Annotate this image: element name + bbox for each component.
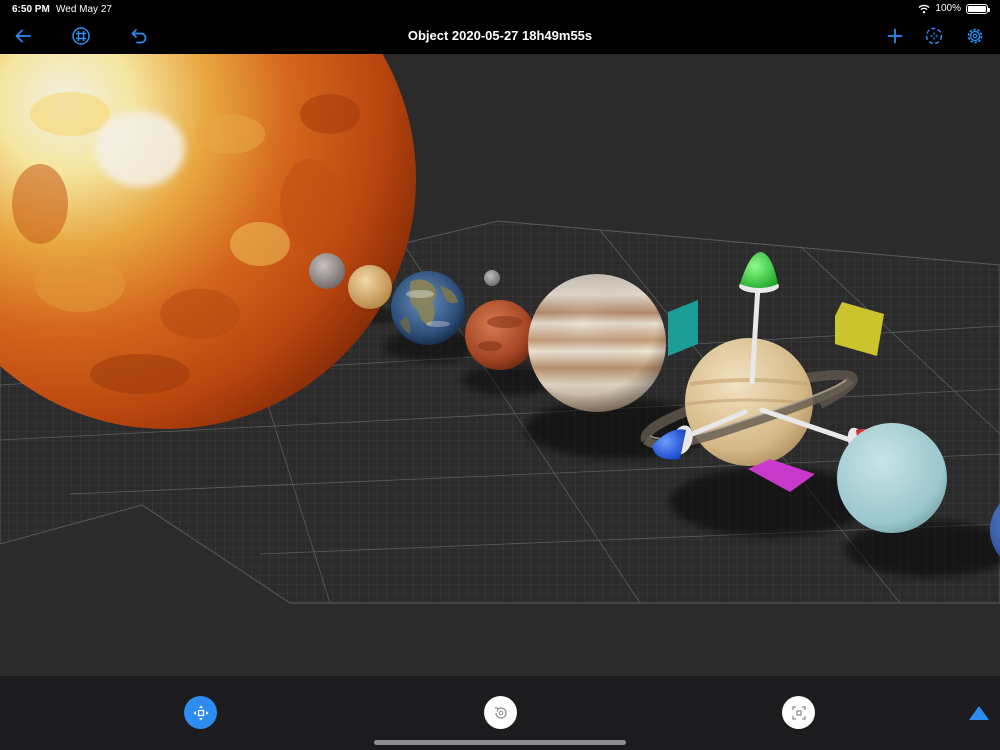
scene-viewport[interactable] <box>0 54 1000 676</box>
mercury-object[interactable] <box>309 253 345 289</box>
page-title: Object 2020-05-27 18h49m55s <box>407 28 593 43</box>
jupiter-object[interactable] <box>528 274 666 412</box>
battery-percent: 100% <box>935 3 961 14</box>
plus-icon <box>887 28 903 44</box>
uranus-object[interactable] <box>837 423 947 533</box>
rotate-icon <box>494 706 507 719</box>
wifi-icon <box>918 4 930 13</box>
nav-bar: Object 2020-05-27 18h49m55s <box>0 18 1000 54</box>
move-mode-button[interactable] <box>184 696 217 729</box>
battery-icon <box>966 3 990 14</box>
moon-object[interactable] <box>484 270 500 286</box>
focus-button[interactable] <box>922 24 946 48</box>
scale-icon <box>791 705 806 720</box>
earth-object[interactable] <box>391 271 465 345</box>
rotate-mode-button[interactable] <box>484 696 517 729</box>
status-bar: 6:50 PM Wed May 27 100% <box>0 0 1000 18</box>
venus-object[interactable] <box>348 265 392 309</box>
home-indicator <box>374 740 626 745</box>
add-button[interactable] <box>883 24 907 48</box>
battery-fill <box>968 5 986 12</box>
settings-button[interactable] <box>963 24 987 48</box>
bottom-toolbar <box>0 676 1000 750</box>
status-time: 6:50 PM <box>12 4 50 15</box>
gear-icon <box>967 28 983 44</box>
focus-icon <box>925 27 943 45</box>
triangle-up-icon <box>968 705 989 720</box>
status-right: 100% <box>918 3 990 14</box>
status-date: Wed May 27 <box>56 4 112 15</box>
expand-panel-button[interactable] <box>962 696 995 729</box>
scene-canvas[interactable] <box>0 54 1000 676</box>
mars-object[interactable] <box>465 300 535 370</box>
move-arrows-icon <box>193 705 208 720</box>
scale-mode-button[interactable] <box>782 696 815 729</box>
